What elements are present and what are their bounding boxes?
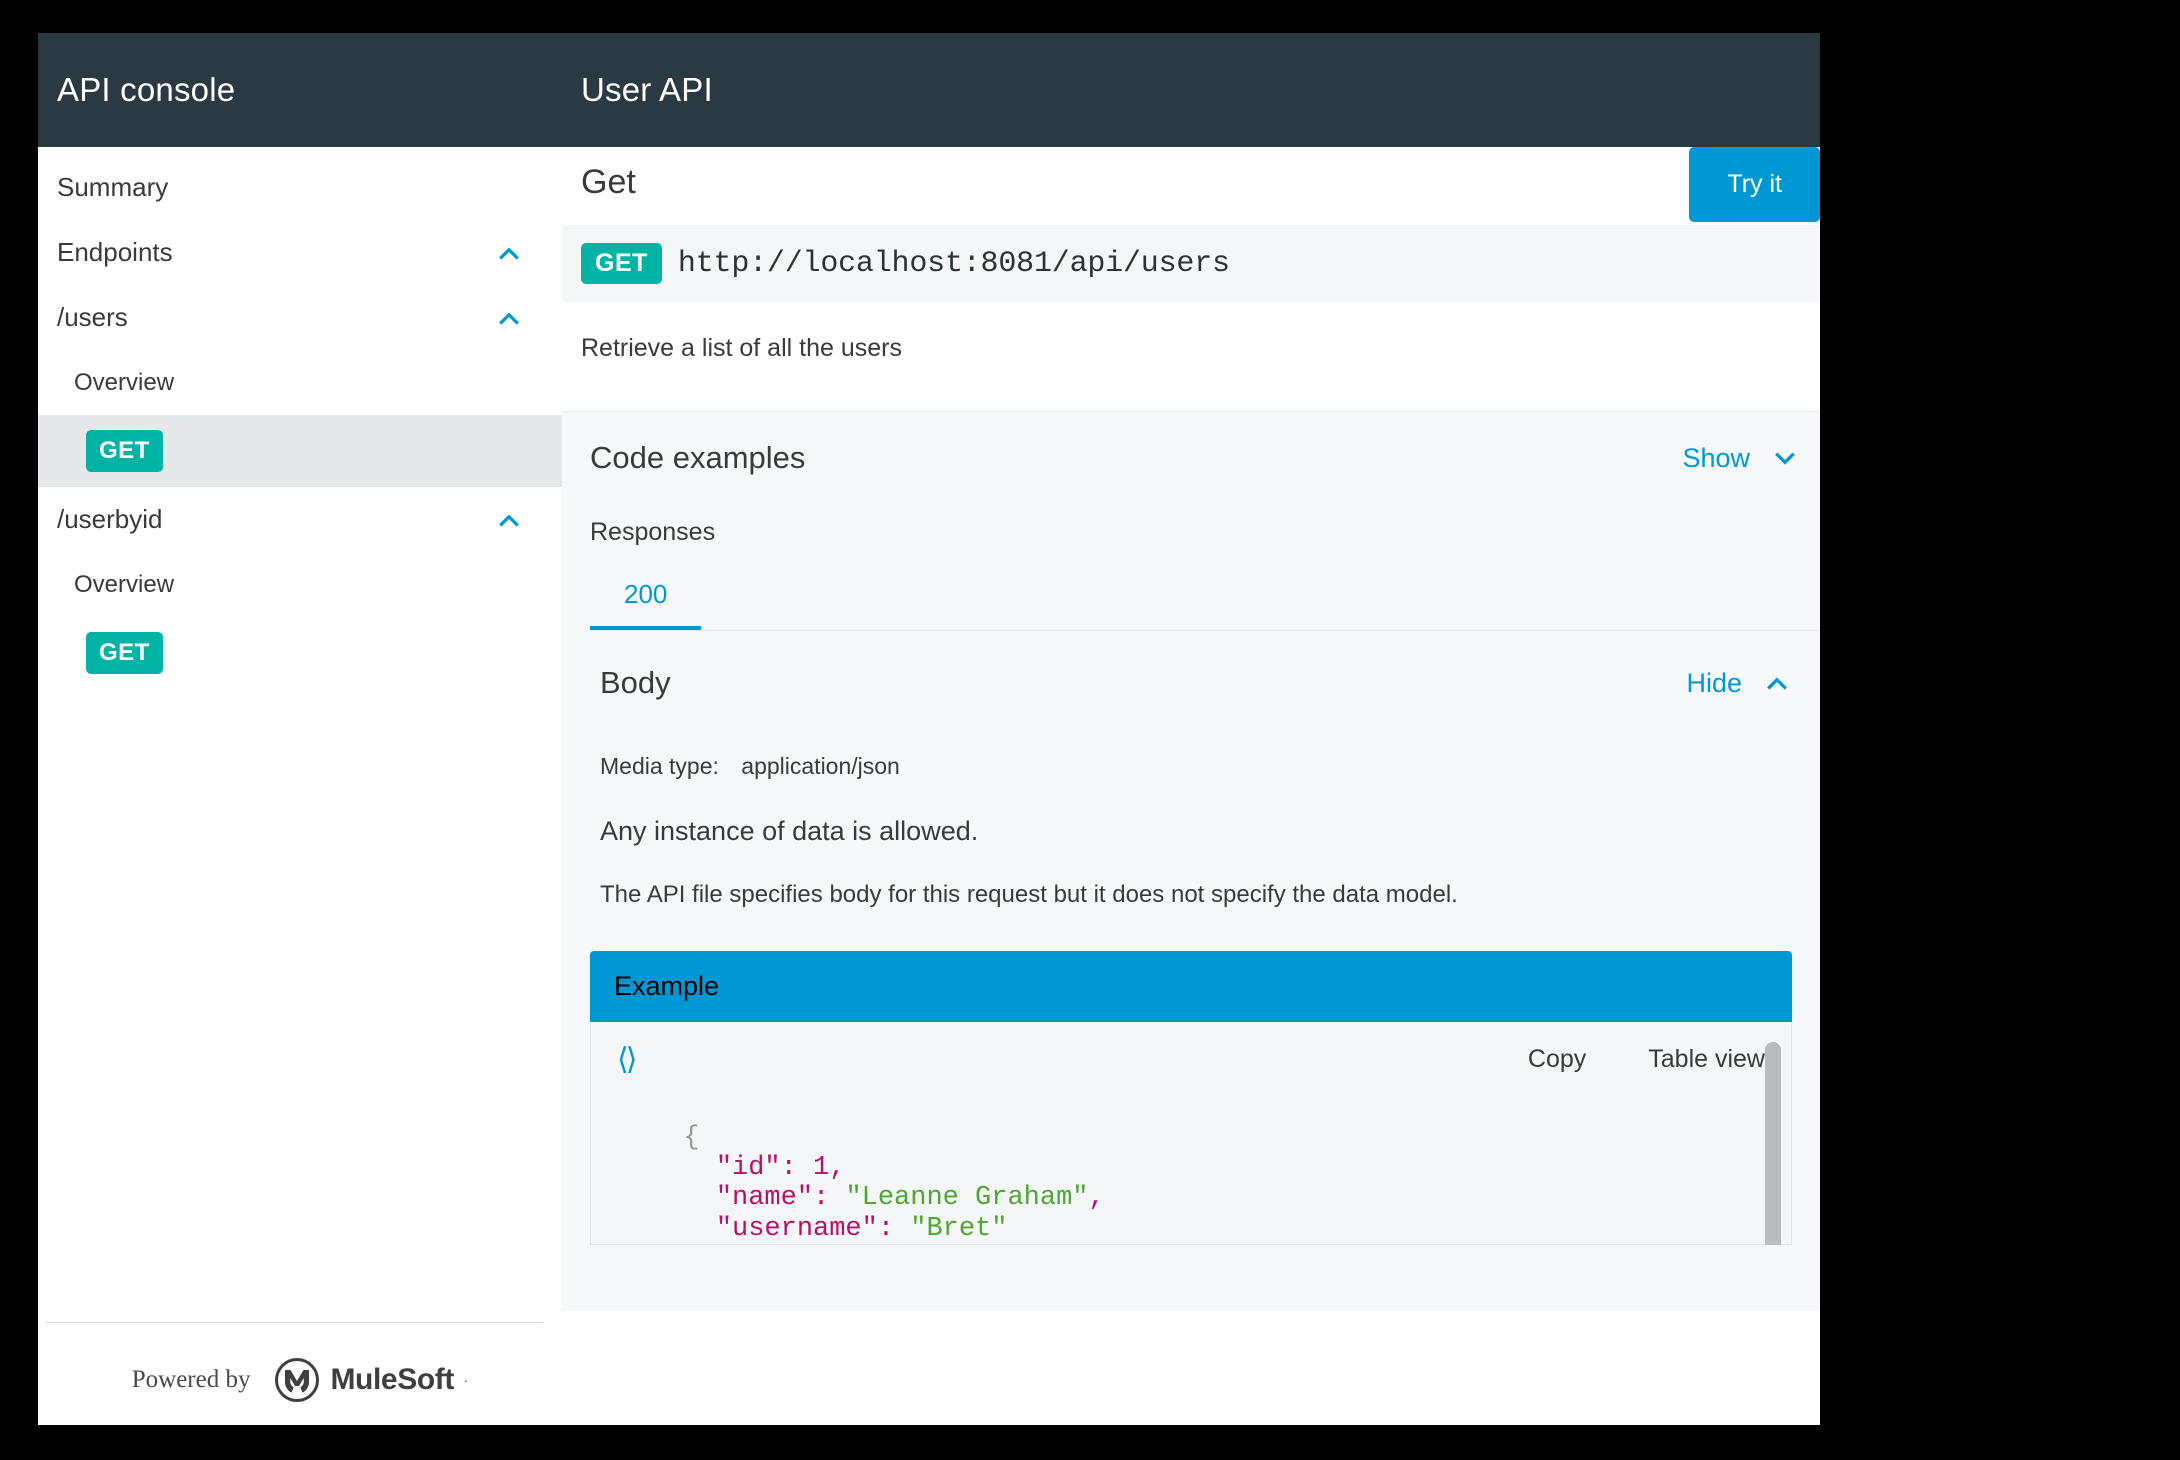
response-body-hide-label: Hide xyxy=(1686,667,1742,698)
endpoint-header: Get Try it xyxy=(562,147,1820,225)
media-type-line: Media type: application/json xyxy=(600,701,1798,780)
response-body-section: Body Hide Media type: application/json A… xyxy=(562,631,1820,909)
sidebar-item-label: /userbyid xyxy=(57,504,163,534)
copy-button[interactable]: Copy xyxy=(1528,1045,1586,1074)
code-examples-panel: Code examples Show Responses 200 Body Hi… xyxy=(562,411,1820,1311)
response-body-title: Body xyxy=(600,665,671,700)
sidebar-item-summary-0[interactable]: Summary xyxy=(38,155,562,220)
code-line: "username": "Bret" xyxy=(715,1213,1008,1244)
sidebar-item-endpoints-1[interactable]: Endpoints xyxy=(38,220,562,285)
table-view-button[interactable]: Table view xyxy=(1648,1045,1765,1074)
example-header: Example xyxy=(590,951,1792,1022)
sidebar-divider xyxy=(46,1322,543,1323)
page-title: User API xyxy=(581,71,713,108)
response-tabs: 200 xyxy=(590,573,1820,631)
example-body: ⟨⟩ Copy Table view { "id": 1, "name": "L… xyxy=(590,1022,1792,1245)
chevron-up-icon xyxy=(1767,677,1787,690)
chevron-up-icon xyxy=(499,513,519,527)
chevron-up-icon xyxy=(499,246,519,260)
method-badge-get: GET xyxy=(86,430,163,472)
sidebar-item-userbyid-5[interactable]: /userbyid xyxy=(38,487,562,552)
sidebar-item-label: Overview xyxy=(74,368,175,396)
powered-by-label: Powered by xyxy=(131,1366,251,1393)
powered-by-block: Powered by MuleSoft · xyxy=(38,1357,562,1403)
sidebar: Summary Endpoints/users Overview GET/userby… xyxy=(38,147,562,1425)
media-type-label: Media type: xyxy=(600,753,719,779)
response-body-hide-toggle[interactable]: Hide xyxy=(1686,668,1790,699)
example-toolbar: ⟨⟩ Copy Table view xyxy=(591,1022,1791,1077)
responses-label: Responses xyxy=(590,518,716,546)
code-examples-title: Code examples xyxy=(590,440,806,475)
method-badge-get: GET xyxy=(581,243,662,284)
response-body-header: Body Hide xyxy=(600,631,1798,701)
sidebar-item-overview-6[interactable]: Overview xyxy=(38,552,562,617)
try-it-button[interactable]: Try it xyxy=(1689,147,1820,222)
code-examples-show-label: Show xyxy=(1682,442,1750,473)
sidebar-nav: Summary Endpoints/users Overview GET/userby… xyxy=(38,147,562,1322)
sidebar-item-overview-3[interactable]: Overview xyxy=(38,350,562,415)
sidebar-item-get-7[interactable]: GET xyxy=(38,617,562,689)
response-tab-200[interactable]: 200 xyxy=(590,573,702,630)
app-brand: API console xyxy=(57,71,236,108)
example-box: Example ⟨⟩ Copy Table view { "id": 1, "n… xyxy=(590,951,1792,1245)
mulesoft-logo: MuleSoft · xyxy=(274,1357,468,1403)
sidebar-item-label: Endpoints xyxy=(57,237,173,267)
endpoint-description: Retrieve a list of all the users xyxy=(581,334,902,362)
code-brackets-icon[interactable]: ⟨⟩ xyxy=(617,1042,637,1077)
code-line: "id": 1, xyxy=(715,1153,846,1184)
sidebar-item-users-2[interactable]: /users xyxy=(38,285,562,350)
code-examples-show-toggle[interactable]: Show xyxy=(1682,443,1798,474)
code-examples-header: Code examples Show xyxy=(562,412,1820,476)
code-line: { xyxy=(683,1123,700,1153)
main-content: Get Try it GET http://localhost:8081/api… xyxy=(562,147,1820,1425)
body-split: Summary Endpoints/users Overview GET/userby… xyxy=(38,147,1820,1425)
sidebar-item-label: Overview xyxy=(74,570,175,598)
sidebar-item-label: Summary xyxy=(57,172,169,202)
chevron-up-icon xyxy=(499,311,519,325)
mulesoft-wordmark: MuleSoft xyxy=(330,1363,454,1396)
media-type-value: application/json xyxy=(741,753,900,779)
mulesoft-mark-icon xyxy=(275,1358,320,1402)
endpoint-url-bar: GET http://localhost:8081/api/users xyxy=(562,225,1820,302)
endpoint-title: Get xyxy=(581,163,636,201)
api-console-page: API console User API Summary Endpoints/us… xyxy=(38,33,1820,1425)
any-instance-text: Any instance of data is allowed. xyxy=(600,816,979,846)
sidebar-item-label: /users xyxy=(57,302,128,332)
example-scrollbar-thumb[interactable] xyxy=(1765,1042,1781,1245)
sidebar-item-get-4[interactable]: GET xyxy=(38,415,562,487)
method-badge-get: GET xyxy=(86,632,163,674)
chevron-down-icon xyxy=(1775,452,1795,465)
mulesoft-trademark: · xyxy=(463,1372,469,1388)
no-data-model-text: The API file specifies body for this req… xyxy=(600,881,1458,908)
endpoint-url: http://localhost:8081/api/users xyxy=(677,246,1230,281)
code-line: "name": "Leanne Graham", xyxy=(715,1183,1105,1214)
top-bar: API console User API xyxy=(38,33,1820,147)
sidebar-footer: Powered by MuleSoft · xyxy=(38,1322,562,1425)
example-code: { "id": 1, "name": "Leanne Graham", "use… xyxy=(591,1077,1791,1244)
